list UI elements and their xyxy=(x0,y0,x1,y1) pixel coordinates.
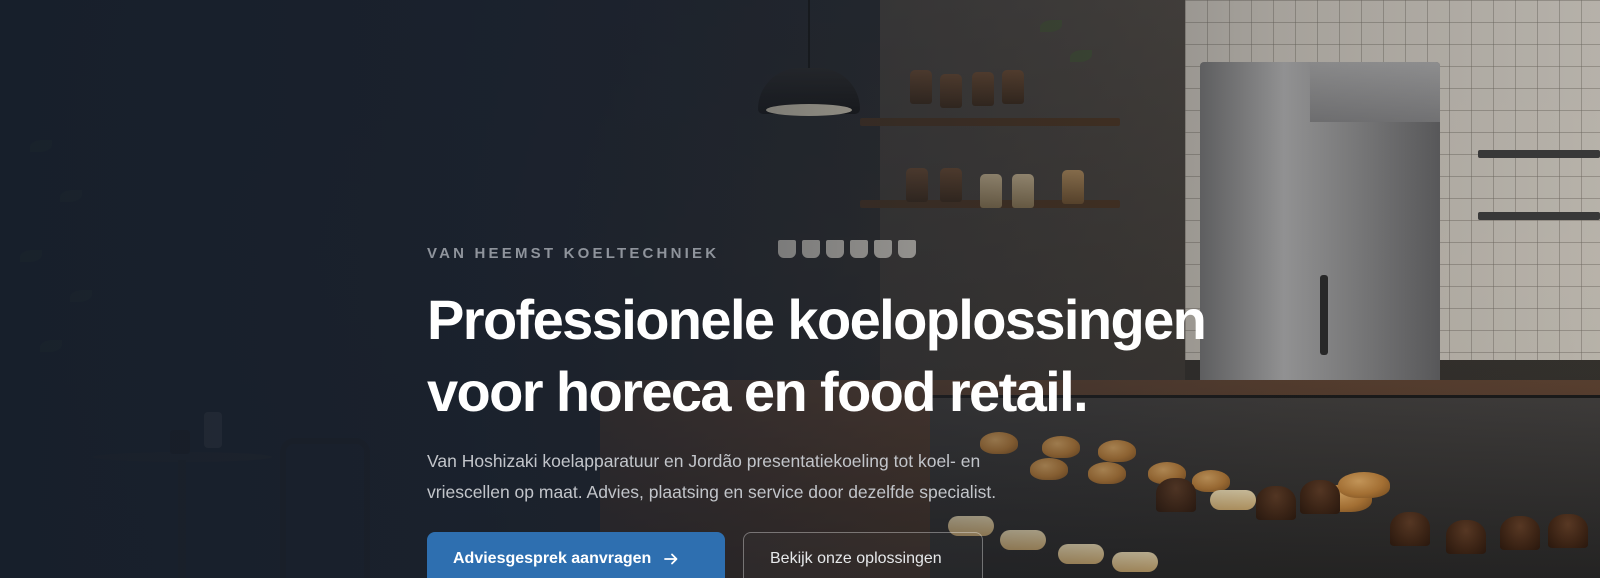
hero-headline-line: Professionele koeloplossingen xyxy=(427,288,1207,351)
hero-eyebrow: VAN HEEMST KOELTECHNIEK xyxy=(427,245,720,262)
view-solutions-label: Bekijk onze oplossingen xyxy=(770,550,942,567)
view-solutions-button[interactable]: Bekijk onze oplossingen xyxy=(743,532,983,578)
request-consultation-button[interactable]: Adviesgesprek aanvragen xyxy=(427,532,725,578)
arrow-right-icon xyxy=(663,551,679,567)
hero-description-line: vriescellen op maat. Advies, plaatsing e… xyxy=(427,482,997,502)
hero-content: VAN HEEMST KOELTECHNIEK Professionele ko… xyxy=(427,244,1207,578)
hero-section: VAN HEEMST KOELTECHNIEK Professionele ko… xyxy=(0,0,1600,578)
hero-headline-line: voor horeca en food retail. xyxy=(427,360,1089,423)
request-consultation-label: Adviesgesprek aanvragen xyxy=(453,550,652,567)
hero-description: Van Hoshizaki koelapparatuur en Jordão p… xyxy=(427,446,1047,508)
hero-headline: Professionele koeloplossingen voor horec… xyxy=(427,284,1207,428)
hero-actions: Adviesgesprek aanvragen Bekijk onze oplo… xyxy=(427,532,1207,578)
hero-description-line: Van Hoshizaki koelapparatuur en Jordão p… xyxy=(427,451,981,471)
